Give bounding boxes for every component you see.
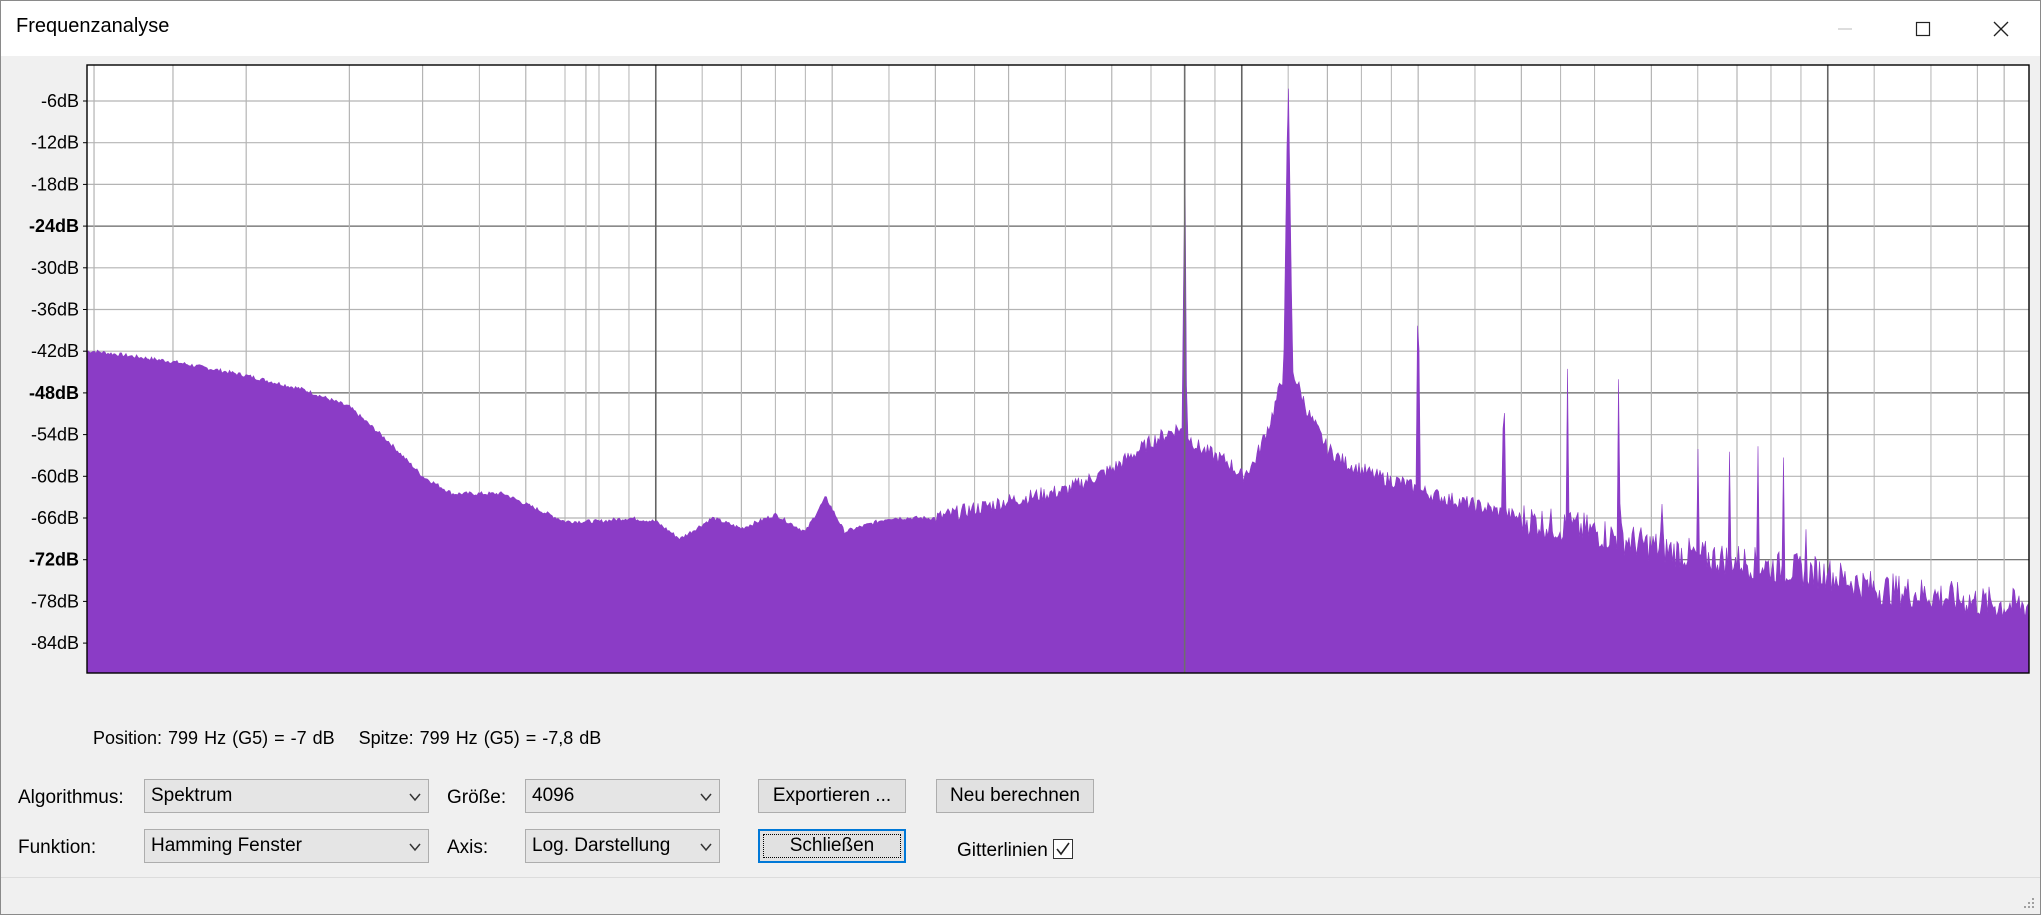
algorithm-value: Spektrum [151, 785, 233, 806]
y-tick-label: -30dB [31, 258, 79, 278]
axis-value: Log. Darstellung [532, 835, 671, 856]
close-icon [1993, 21, 2009, 36]
minimize-icon [1838, 28, 1852, 29]
y-tick-label: -42dB [31, 341, 79, 361]
recalculate-button[interactable]: Neu berechnen [936, 779, 1094, 813]
gridlines-label: Gitterlinien [957, 840, 1048, 861]
close-button[interactable] [1962, 1, 2040, 56]
spectrum-plot[interactable]: -6dB -12dB -18dB -24dB -30dB -36dB -42dB -48dB -… [1, 56, 2040, 676]
y-tick-label: -24dB [29, 216, 79, 236]
chevron-down-icon [700, 843, 712, 852]
y-tick-label: -66dB [31, 508, 79, 528]
algorithm-select[interactable]: Spektrum [144, 779, 429, 813]
y-tick-label: -72dB [29, 550, 79, 570]
size-label: Größe: [447, 787, 507, 808]
status-line: Position: 799 Hz (G5) = -7 dB Spitze: 79… [93, 728, 601, 749]
y-tick-label: -12dB [31, 133, 79, 153]
status-bar-divider [1, 877, 2040, 878]
function-select[interactable]: Hamming Fenster [144, 829, 429, 863]
chevron-down-icon [409, 843, 421, 852]
y-tick-label: -6dB [41, 91, 79, 111]
focus-rect [763, 834, 901, 858]
y-tick-label: -60dB [31, 466, 79, 486]
y-tick-label: -18dB [31, 174, 79, 194]
size-value: 4096 [532, 785, 575, 806]
y-tick-label: -36dB [31, 300, 79, 320]
function-label: Funktion: [18, 837, 97, 858]
axis-select[interactable]: Log. Darstellung [525, 829, 720, 863]
maximize-button[interactable] [1884, 1, 1962, 56]
y-tick-label: -84dB [31, 633, 79, 653]
chevron-down-icon [409, 793, 421, 802]
title-bar: Frequenzanalyse [1, 1, 2040, 56]
checkmark-icon [1056, 842, 1070, 856]
spectrum-plot-area[interactable]: -6dB -12dB -18dB -24dB -30dB -36dB -42dB -48dB -… [1, 56, 2040, 676]
resize-grip-icon[interactable] [2022, 896, 2036, 910]
y-tick-label: -54dB [31, 425, 79, 445]
maximize-icon [1915, 21, 1931, 36]
y-tick-label: -78dB [31, 591, 79, 611]
export-button[interactable]: Exportieren ... [758, 779, 906, 813]
y-tick-label: -48dB [29, 383, 79, 403]
function-value: Hamming Fenster [151, 835, 302, 856]
peak-readout: Spitze: 799 Hz (G5) = -7,8 dB [358, 728, 602, 748]
size-select[interactable]: 4096 [525, 779, 720, 813]
gridlines-checkbox[interactable] [1053, 839, 1073, 859]
close-dialog-button[interactable]: Schließen [758, 829, 906, 863]
minimize-button[interactable] [1806, 1, 1884, 56]
chevron-down-icon [700, 793, 712, 802]
position-readout: Position: 799 Hz (G5) = -7 dB [93, 728, 335, 748]
frequency-analysis-window: Frequenzanalyse -6dB -12dB -18dB -24dB -30dB… [0, 0, 2041, 915]
axis-label: Axis: [447, 837, 489, 858]
algorithm-label: Algorithmus: [18, 787, 124, 808]
window-title: Frequenzanalyse [16, 15, 170, 37]
